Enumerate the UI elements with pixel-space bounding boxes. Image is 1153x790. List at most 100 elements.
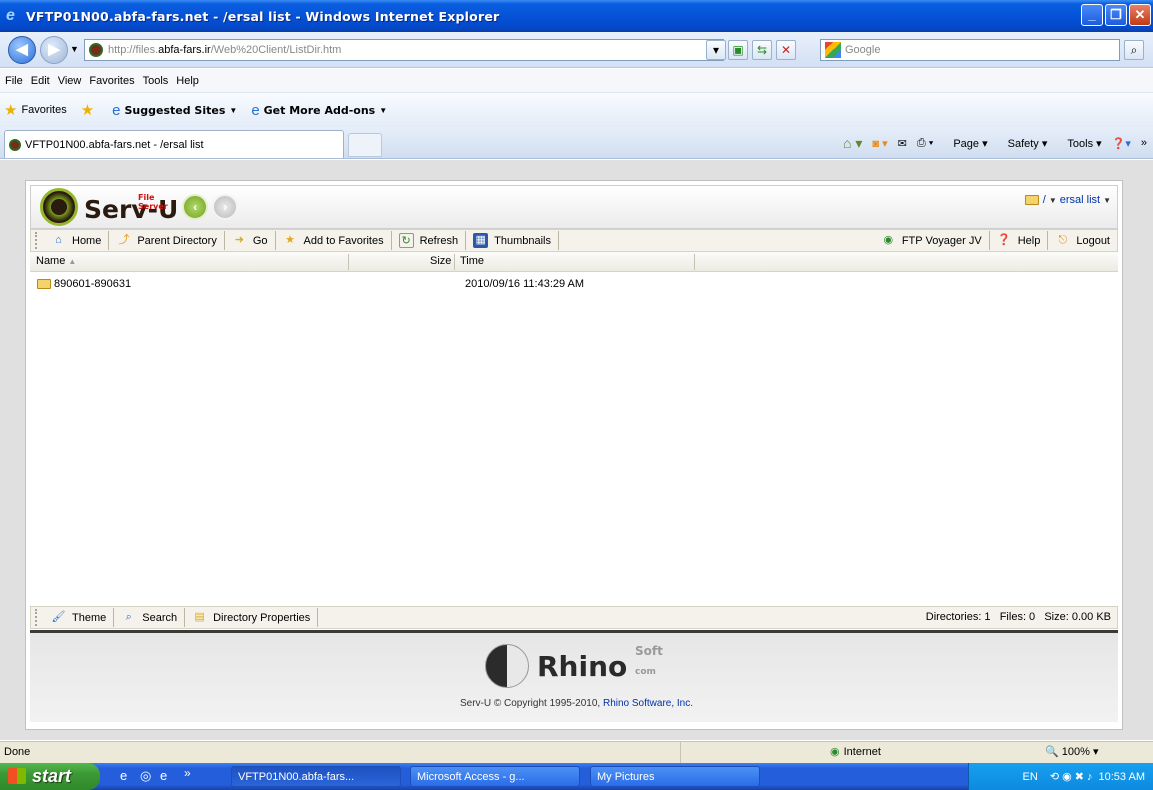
- stop-icon[interactable]: ✕: [776, 40, 796, 60]
- column-size[interactable]: Size: [430, 255, 451, 267]
- menu-file[interactable]: File: [5, 75, 23, 87]
- globe-icon: ◉: [830, 746, 840, 758]
- parent-directory-button[interactable]: ⤴ Parent Directory: [109, 231, 225, 250]
- menu-tools[interactable]: Tools: [143, 75, 169, 87]
- start-label: start: [32, 766, 72, 786]
- status-text: Done: [4, 746, 31, 758]
- get-addons-button[interactable]: e Get More Add-ons ▼: [251, 102, 387, 119]
- quick-launch-outlook-icon[interactable]: ◎: [140, 768, 151, 784]
- folder-icon: [37, 279, 51, 289]
- window-title: VFTP01N00.abfa-fars.net - /ersal list - …: [26, 8, 500, 24]
- tray-icons[interactable]: ⟲ ◉ ✖ ♪: [1050, 770, 1093, 783]
- search-button[interactable]: ⌕: [1124, 40, 1144, 60]
- column-divider[interactable]: [348, 254, 349, 270]
- language-indicator[interactable]: EN: [1023, 771, 1038, 783]
- google-icon: [825, 42, 841, 58]
- theme-button[interactable]: 🖌 Theme: [44, 608, 115, 627]
- add-favorites-bar-button[interactable]: ★: [81, 101, 98, 119]
- back-button[interactable]: ◀: [8, 36, 36, 64]
- rhinosoft-logo[interactable]: Rhino Soft com: [485, 644, 663, 688]
- maximize-button[interactable]: ❐: [1105, 4, 1127, 26]
- tools-menu[interactable]: Tools ▾: [1057, 137, 1101, 150]
- rhinosoft-link[interactable]: Rhino Software, Inc.: [603, 698, 693, 709]
- rhinosoft-brand: Rhino Soft com: [537, 644, 663, 683]
- page-menu-label: Page: [953, 137, 980, 150]
- forward-arrow-icon[interactable]: ›: [212, 194, 239, 220]
- column-divider[interactable]: [454, 254, 455, 270]
- page-menu[interactable]: Page ▾: [943, 137, 987, 150]
- add-favorite-icon: ★: [285, 234, 295, 246]
- minimize-button[interactable]: _: [1081, 4, 1103, 26]
- refresh-icon[interactable]: ⇆: [752, 40, 772, 60]
- ftp-voyager-button[interactable]: ◉ FTP Voyager JV: [872, 231, 990, 250]
- logout-button[interactable]: ⎋ Logout: [1048, 231, 1117, 250]
- tab-active[interactable]: VFTP01N00.abfa-fars.net - /ersal list: [4, 130, 344, 158]
- parent-directory-icon: ⤴: [118, 234, 130, 246]
- task-my-pictures[interactable]: My Pictures: [590, 766, 760, 787]
- clock[interactable]: 10:53 AM: [1099, 771, 1145, 783]
- file-name[interactable]: 890601-890631: [54, 278, 131, 290]
- breadcrumb: / ▼ ersal list ▼: [1024, 194, 1111, 206]
- menu-edit[interactable]: Edit: [31, 75, 50, 87]
- home-label: Home: [72, 234, 102, 247]
- quick-launch-app-icon[interactable]: e: [160, 768, 167, 783]
- back-arrow-icon[interactable]: ‹: [182, 194, 209, 220]
- thumbnails-button[interactable]: ▦ Thumbnails: [466, 231, 559, 250]
- column-name-label: Name: [36, 255, 66, 267]
- quick-launch-ie-icon[interactable]: e: [120, 768, 127, 783]
- help-label: Help: [1017, 234, 1041, 247]
- dropdown-arrow-icon[interactable]: ▼: [1049, 196, 1057, 205]
- dropdown-arrow-icon[interactable]: ▼: [1103, 196, 1111, 205]
- quick-launch-overflow-icon[interactable]: »: [184, 766, 191, 780]
- search-label: Search: [142, 611, 178, 624]
- go-icon: ➜: [234, 234, 244, 246]
- zoom-control[interactable]: 🔍 100% ▾: [1045, 745, 1098, 758]
- start-button[interactable]: start: [0, 763, 100, 790]
- mail-icon[interactable]: ✉: [898, 137, 907, 150]
- search-button[interactable]: ⌕ Search: [114, 608, 186, 627]
- column-time[interactable]: Time: [460, 255, 484, 267]
- task-ie[interactable]: VFTP01N00.abfa-fars...: [231, 766, 401, 787]
- security-zone[interactable]: ◉ Internet: [830, 745, 881, 759]
- home-icon[interactable]: ⌂ ▾: [843, 135, 862, 152]
- menu-view[interactable]: View: [58, 75, 82, 87]
- table-row[interactable]: 890601-890631 2010/09/16 11:43:29 AM: [30, 277, 1118, 295]
- column-name[interactable]: Name ▲: [36, 255, 76, 267]
- search-box[interactable]: Google: [820, 39, 1120, 61]
- safety-menu[interactable]: Safety ▾: [998, 137, 1048, 150]
- ie-page-icon: e: [251, 101, 260, 119]
- favorites-bar: ★ Favorites ★ e Suggested Sites ▼ e Get …: [0, 93, 1153, 127]
- address-dropdown-button[interactable]: ▾: [706, 40, 726, 60]
- help-button[interactable]: ❓ Help: [990, 231, 1049, 250]
- menu-favorites[interactable]: Favorites: [89, 75, 134, 87]
- suggested-sites-button[interactable]: e Suggested Sites ▼: [112, 102, 237, 119]
- recent-pages-dropdown[interactable]: ▼: [70, 44, 79, 54]
- close-button[interactable]: ✕: [1129, 4, 1151, 26]
- toolbar-grip: [35, 232, 41, 249]
- forward-button[interactable]: ▶: [40, 36, 68, 64]
- home-button[interactable]: ⌂ Home: [44, 231, 110, 250]
- refresh-button[interactable]: ↻ Refresh: [392, 231, 467, 250]
- menu-help[interactable]: Help: [176, 75, 199, 87]
- directory-properties-button[interactable]: ▤ Directory Properties: [185, 608, 319, 627]
- breadcrumb-folder[interactable]: ersal list: [1060, 194, 1100, 206]
- address-bar[interactable]: http://files. abfa-fars.ir/Web%20Client/L…: [84, 39, 724, 61]
- column-divider[interactable]: [694, 254, 695, 270]
- task-access[interactable]: Microsoft Access - g...: [410, 766, 580, 787]
- thumbnails-icon: ▦: [473, 233, 489, 248]
- overflow-chevron-icon[interactable]: »: [1141, 137, 1147, 149]
- favorites-button[interactable]: ★ Favorites: [4, 101, 67, 119]
- new-tab-button[interactable]: [348, 133, 382, 157]
- compat-view-icon[interactable]: ▣: [728, 40, 748, 60]
- help-icon[interactable]: ❓▾: [1112, 137, 1131, 150]
- site-favicon: [9, 138, 21, 151]
- rhinosoft-logo-icon: [485, 644, 529, 688]
- refresh-icon: ↻: [398, 233, 414, 248]
- add-to-favorites-button[interactable]: ★ Add to Favorites: [276, 231, 392, 250]
- breadcrumb-root[interactable]: /: [1043, 194, 1046, 206]
- add-favorite-icon: ★: [80, 102, 95, 119]
- go-button[interactable]: ➜ Go: [225, 231, 276, 250]
- print-icon[interactable]: ⎙ ▾: [917, 137, 933, 150]
- feeds-icon[interactable]: ◙ ▾: [872, 137, 887, 150]
- copyright-text: Serv-U © Copyright 1995-2010,: [459, 698, 603, 709]
